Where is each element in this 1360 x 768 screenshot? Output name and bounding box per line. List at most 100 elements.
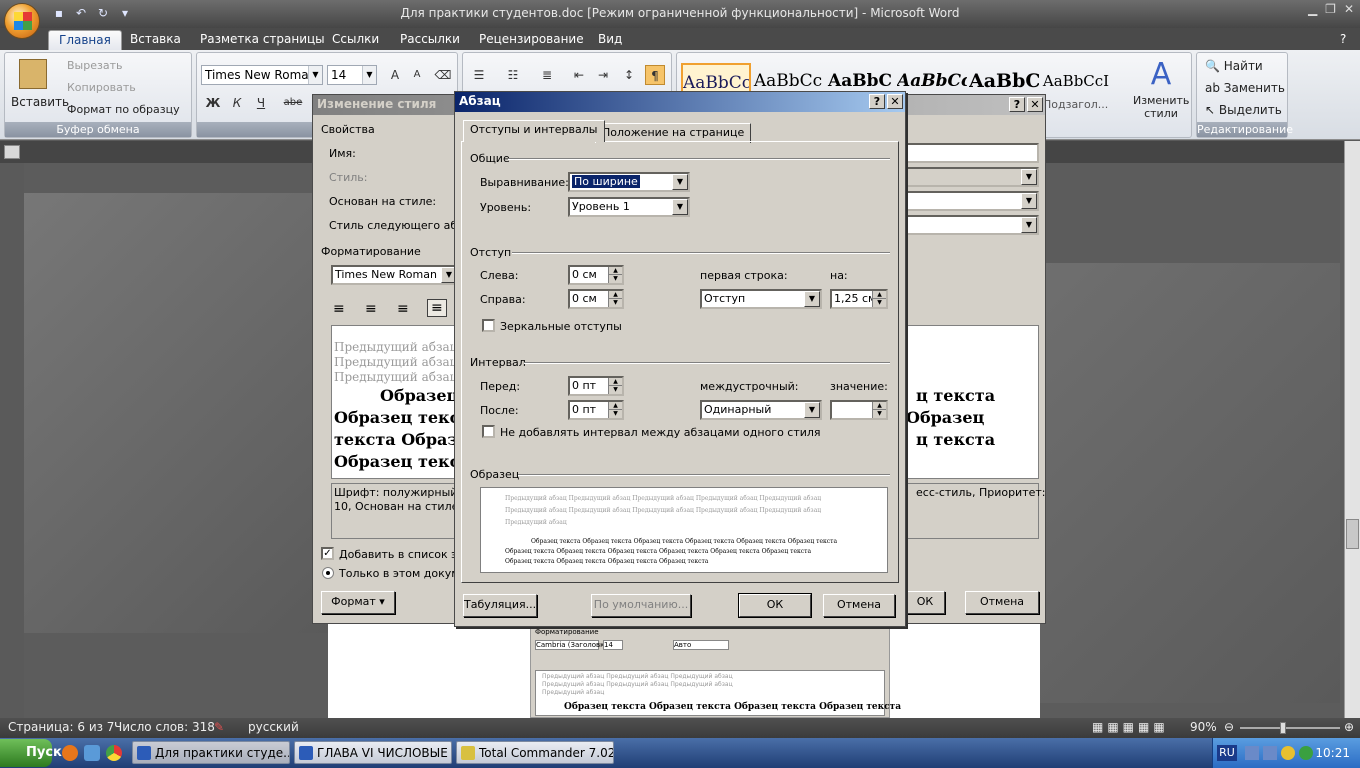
numbering-icon[interactable]: ☷ xyxy=(503,65,523,85)
bold-button[interactable]: Ж xyxy=(203,93,223,113)
spinner-icon[interactable]: ▲ ▼ xyxy=(608,402,622,418)
tray-icon[interactable] xyxy=(1299,746,1313,760)
view-buttons-icon[interactable]: ▦▦▦▦▦ xyxy=(1092,720,1169,734)
change-styles-icon[interactable]: A xyxy=(1143,57,1179,92)
select-button[interactable]: ↖ Выделить xyxy=(1205,103,1282,117)
save-icon[interactable]: ▪ xyxy=(50,5,68,21)
spinner-icon[interactable]: ▲ ▼ xyxy=(608,378,622,394)
zoom-in-icon[interactable]: ⊕ xyxy=(1344,720,1354,734)
page-indicator[interactable]: Страница: 6 из 7 xyxy=(8,720,114,734)
tab-references[interactable]: Ссылки xyxy=(322,30,389,50)
paste-icon[interactable] xyxy=(19,59,47,89)
scroll-thumb[interactable] xyxy=(1346,519,1359,549)
align-center-icon[interactable]: ≡ xyxy=(365,301,377,317)
tray-icon[interactable] xyxy=(1245,746,1259,760)
mirror-indents-checkbox[interactable] xyxy=(482,319,495,332)
copy-button[interactable]: Копировать xyxy=(67,81,136,94)
default-button[interactable]: По умолчанию... xyxy=(591,594,691,617)
underline-button[interactable]: Ч xyxy=(251,93,271,113)
tab-view[interactable]: Вид xyxy=(588,30,632,50)
help-icon[interactable]: ? xyxy=(1009,97,1025,112)
based-on-field[interactable]: ▼ xyxy=(903,191,1039,211)
align-right-icon[interactable]: ≡ xyxy=(397,301,409,317)
clear-format-icon[interactable]: ⌫ xyxy=(433,65,453,85)
spinner-icon[interactable]: ▲ ▼ xyxy=(872,402,886,418)
cut-button[interactable]: Вырезать xyxy=(67,59,122,72)
chrome-icon[interactable] xyxy=(106,745,122,761)
only-this-document-radio[interactable] xyxy=(322,567,334,579)
format-painter-button[interactable]: Формат по образцу xyxy=(67,103,180,116)
alignment-select[interactable]: По ширине ▼ xyxy=(568,172,690,192)
undo-icon[interactable]: ↶ xyxy=(72,5,90,21)
chevron-down-icon[interactable]: ▼ xyxy=(804,291,820,307)
style-ok-button[interactable]: ОК xyxy=(905,591,945,614)
sort-icon[interactable]: ↕ xyxy=(619,65,639,85)
dont-add-space-checkbox[interactable] xyxy=(482,425,495,438)
align-left-icon[interactable]: ≡ xyxy=(333,301,345,317)
italic-button[interactable]: К xyxy=(227,93,247,113)
first-line-by-field[interactable]: 1,25 см ▲ ▼ xyxy=(830,289,888,309)
vertical-scrollbar[interactable] xyxy=(1344,141,1360,718)
close-icon[interactable]: ✕ xyxy=(1344,2,1354,16)
tray-icon[interactable] xyxy=(1281,746,1295,760)
spinner-icon[interactable]: ▲ ▼ xyxy=(872,291,886,307)
word-count[interactable]: Число слов: 318 xyxy=(114,720,215,734)
spinner-icon[interactable]: ▲ ▼ xyxy=(608,267,622,283)
language-bar[interactable]: RU xyxy=(1217,745,1237,761)
zoom-out-icon[interactable]: ⊖ xyxy=(1224,720,1234,734)
spacing-after-field[interactable]: 0 пт ▲ ▼ xyxy=(568,400,624,420)
replace-button[interactable]: ab Заменить xyxy=(1205,81,1285,95)
font-name-combo[interactable]: Times New Roman ▼ xyxy=(201,65,323,85)
tab-insert[interactable]: Вставка xyxy=(120,30,191,50)
close-icon[interactable]: ✕ xyxy=(887,94,903,109)
spinner-icon[interactable]: ▲ ▼ xyxy=(608,291,622,307)
redo-icon[interactable]: ↻ xyxy=(94,5,112,21)
ruler-toggle-icon[interactable] xyxy=(4,145,20,159)
format-menu-button[interactable]: Формат ▾ xyxy=(321,591,395,614)
cancel-button[interactable]: Отмена xyxy=(823,594,895,617)
tab-mailings[interactable]: Рассылки xyxy=(390,30,470,50)
help-icon[interactable]: ? xyxy=(869,94,885,109)
chevron-down-icon[interactable]: ▼ xyxy=(1021,169,1037,185)
chevron-down-icon[interactable]: ▼ xyxy=(1021,193,1037,209)
multilevel-list-icon[interactable]: ≣ xyxy=(537,65,557,85)
tab-line-page-breaks[interactable]: Положение на странице xyxy=(595,123,752,143)
chevron-down-icon[interactable]: ▼ xyxy=(362,66,376,84)
outline-level-select[interactable]: Уровень 1 ▼ xyxy=(568,197,690,217)
tabs-button[interactable]: Табуляция... xyxy=(463,594,537,617)
style-cancel-button[interactable]: Отмена xyxy=(965,591,1039,614)
ok-button[interactable]: ОК xyxy=(738,593,812,618)
zoom-slider[interactable] xyxy=(1240,727,1340,729)
spacing-before-field[interactable]: 0 пт ▲ ▼ xyxy=(568,376,624,396)
app-launcher-icon[interactable] xyxy=(84,745,100,761)
add-to-quick-styles-checkbox[interactable]: ✓ xyxy=(321,547,334,560)
office-button[interactable] xyxy=(4,3,40,39)
zoom-slider-thumb[interactable] xyxy=(1280,722,1286,734)
chevron-down-icon[interactable]: ▼ xyxy=(1021,217,1037,233)
indent-right-field[interactable]: 0 см ▲ ▼ xyxy=(568,289,624,309)
help-icon[interactable]: ? xyxy=(1336,30,1350,50)
tab-indents-spacing[interactable]: Отступы и интервалы xyxy=(463,120,605,142)
first-line-select[interactable]: Отступ ▼ xyxy=(700,289,822,309)
decrease-indent-icon[interactable]: ⇤ xyxy=(569,65,589,85)
pilcrow-icon[interactable]: ¶ xyxy=(645,65,665,85)
style-font-field[interactable]: Times New Roman ▼ xyxy=(331,265,459,285)
minimize-icon[interactable]: ▁ xyxy=(1308,2,1317,16)
shrink-font-icon[interactable]: A xyxy=(407,65,427,85)
style-subtitle[interactable]: AaBbCcI xyxy=(1041,63,1111,103)
indent-left-field[interactable]: 0 см ▲ ▼ xyxy=(568,265,624,285)
change-styles-button[interactable]: Изменить стили xyxy=(1133,94,1189,120)
tab-page-layout[interactable]: Разметка страницы xyxy=(190,30,335,50)
line-spacing-value-field[interactable]: ▲ ▼ xyxy=(830,400,888,420)
close-icon[interactable]: ✕ xyxy=(1027,97,1043,112)
start-button[interactable]: Пуск xyxy=(0,739,62,767)
chevron-down-icon[interactable]: ▼ xyxy=(672,199,688,215)
proofing-icon[interactable]: ✎ xyxy=(214,720,224,734)
strikethrough-button[interactable]: abe xyxy=(283,93,303,113)
grow-font-icon[interactable]: A xyxy=(385,65,405,85)
clock[interactable]: 10:21 xyxy=(1315,746,1350,760)
style-type-field[interactable]: ▼ xyxy=(903,167,1039,187)
customize-qat-icon[interactable]: ▾ xyxy=(116,5,134,21)
tray-icon[interactable] xyxy=(1263,746,1277,760)
style-name-field[interactable] xyxy=(903,143,1039,163)
